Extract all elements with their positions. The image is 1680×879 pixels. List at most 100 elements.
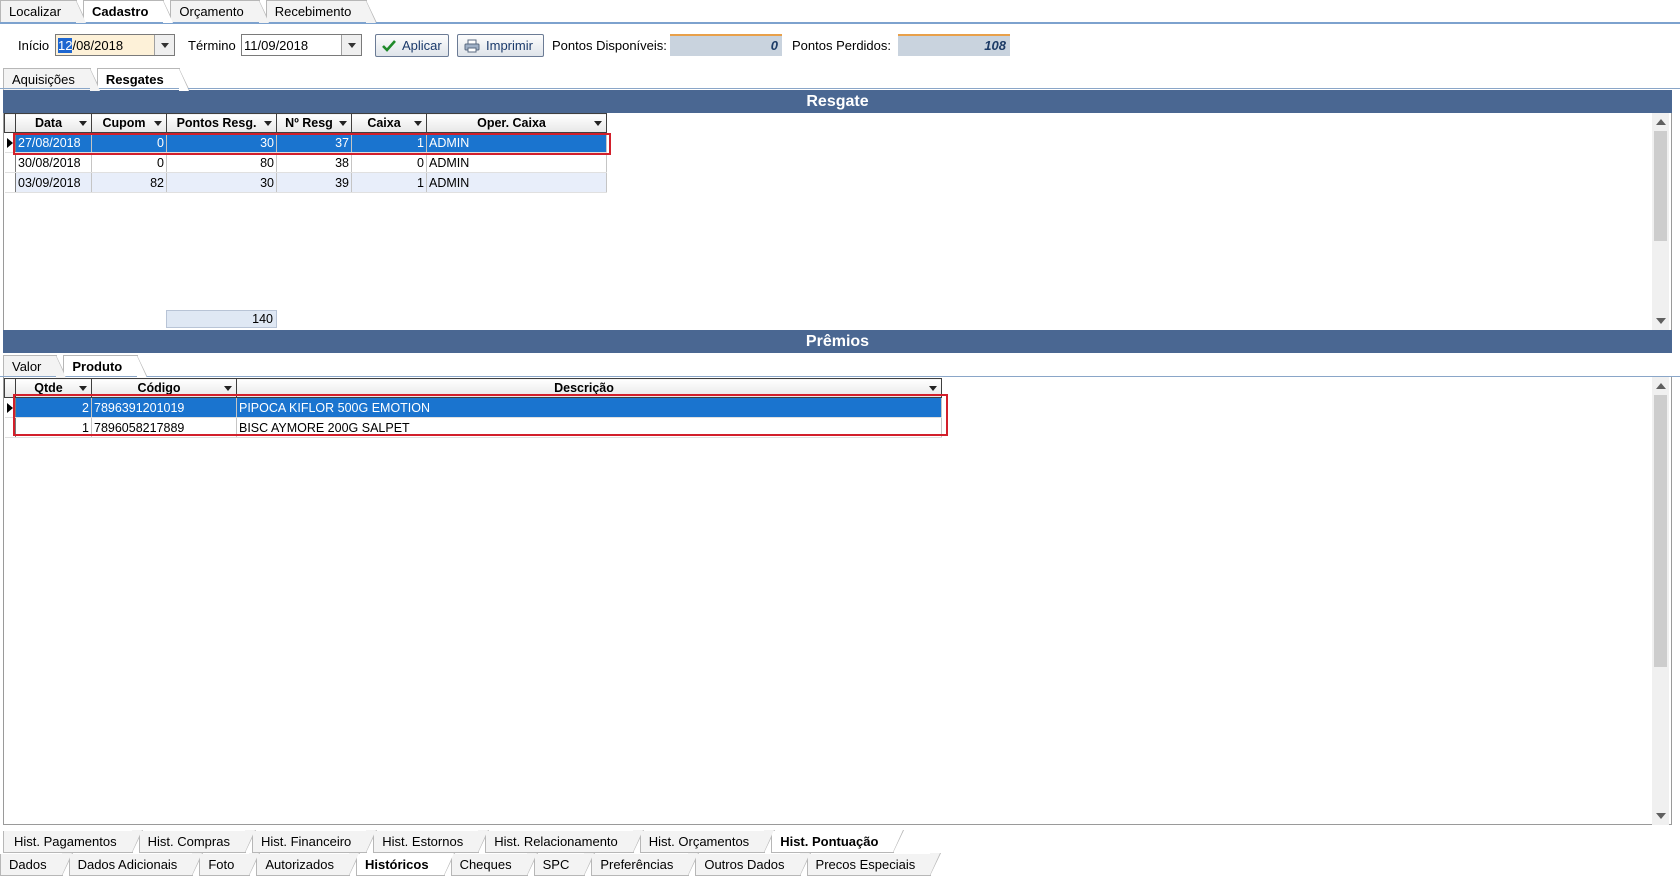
tab-hist-financeiro[interactable]: Hist. Financeiro <box>251 830 378 853</box>
tab-recebimento[interactable]: Recebimento <box>265 0 377 23</box>
cell-qtde[interactable]: 2 <box>15 397 92 418</box>
col-descricao-dropdown-icon[interactable] <box>929 386 937 391</box>
cell-data[interactable]: 03/09/2018 <box>15 172 92 193</box>
tab-dados[interactable]: Dados <box>0 853 73 876</box>
cell-pontos-resg[interactable]: 80 <box>166 152 277 173</box>
col-caixa-label: Caixa <box>367 116 401 130</box>
table-row[interactable]: 27/08/2018 0 30 37 1 ADMIN <box>4 132 607 153</box>
cell-descricao[interactable]: BISC AYMORE 200G SALPET <box>236 417 942 438</box>
premios-scrollbar[interactable] <box>1652 377 1669 825</box>
tab-hist-estornos[interactable]: Hist. Estornos <box>373 830 490 853</box>
cell-pontos-resg[interactable]: 30 <box>166 132 277 153</box>
col-data[interactable]: Data <box>15 113 92 133</box>
tab-precos-especiais[interactable]: Precos Especiais <box>806 853 941 876</box>
col-caixa-dropdown-icon[interactable] <box>414 121 422 126</box>
col-cupom-dropdown-icon[interactable] <box>154 121 162 126</box>
col-codigo[interactable]: Código <box>91 378 237 398</box>
tab-autorizados[interactable]: Autorizados <box>256 853 360 876</box>
premios-banner: Prêmios <box>3 330 1672 353</box>
tab-preferencias[interactable]: Preferências <box>591 853 700 876</box>
cell-oper-caixa[interactable]: ADMIN <box>426 172 607 193</box>
tab-resgates[interactable]: Resgates <box>96 68 190 91</box>
scroll-thumb[interactable] <box>1654 395 1667 667</box>
col-qtde-label: Qtde <box>34 381 63 395</box>
inicio-date-picker[interactable]: 12/08/2018 <box>55 34 175 56</box>
cell-oper-caixa[interactable]: ADMIN <box>426 132 607 153</box>
cell-cupom[interactable]: 0 <box>91 152 167 173</box>
scroll-thumb[interactable] <box>1654 131 1667 241</box>
col-qtde[interactable]: Qtde <box>15 378 92 398</box>
col-codigo-dropdown-icon[interactable] <box>224 386 232 391</box>
aplicar-label: Aplicar <box>402 38 442 53</box>
tab-orcamento[interactable]: Orçamento <box>170 0 271 23</box>
tab-valor[interactable]: Valor <box>3 355 68 378</box>
col-pontos-resg[interactable]: Pontos Resg. <box>166 113 277 133</box>
tab-hist-pagamentos[interactable]: Hist. Pagamentos <box>3 830 143 853</box>
scroll-down-icon[interactable] <box>1656 813 1666 819</box>
col-oper-caixa-dropdown-icon[interactable] <box>594 121 602 126</box>
table-row[interactable]: 30/08/2018 0 80 38 0 ADMIN <box>4 152 607 173</box>
tab-hist-relacionamento[interactable]: Hist. Relacionamento <box>485 830 644 853</box>
col-oper-caixa[interactable]: Oper. Caixa <box>426 113 607 133</box>
pontos-perdidos-label: Pontos Perdidos: <box>792 38 892 53</box>
tab-aquisicoes[interactable]: Aquisições <box>3 68 101 91</box>
cell-num-resg[interactable]: 37 <box>276 132 352 153</box>
cell-codigo[interactable]: 7896058217889 <box>91 417 237 438</box>
tab-localizar[interactable]: Localizar <box>0 0 88 23</box>
cell-num-resg[interactable]: 39 <box>276 172 352 193</box>
termino-dropdown-icon[interactable] <box>341 35 361 55</box>
inicio-day-selection: 12 <box>58 38 73 53</box>
cell-num-resg[interactable]: 38 <box>276 152 352 173</box>
tab-hist-orcamentos[interactable]: Hist. Orçamentos <box>639 830 776 853</box>
hist-tabs: Hist. Pagamentos Hist. Compras Hist. Fin… <box>0 830 905 853</box>
table-row[interactable]: 03/09/2018 82 30 39 1 ADMIN <box>4 172 607 193</box>
scroll-down-icon[interactable] <box>1656 318 1666 324</box>
resgate-grid-area: Data Cupom Pontos Resg. Nº Resg Caixa Op… <box>3 113 1672 330</box>
col-descricao[interactable]: Descrição <box>236 378 942 398</box>
cadastro-section-tabs: Dados Dados Adicionais Foto Autorizados … <box>0 853 941 876</box>
col-pontos-resg-dropdown-icon[interactable] <box>264 121 272 126</box>
cell-oper-caixa[interactable]: ADMIN <box>426 152 607 173</box>
cell-cupom[interactable]: 0 <box>91 132 167 153</box>
scroll-up-icon[interactable] <box>1656 119 1666 125</box>
termino-date-picker[interactable]: 11/09/2018 <box>241 34 362 56</box>
col-cupom[interactable]: Cupom <box>91 113 167 133</box>
resgate-scrollbar[interactable] <box>1652 113 1669 330</box>
cell-pontos-resg[interactable]: 30 <box>166 172 277 193</box>
inicio-value[interactable]: 12/08/2018 <box>58 38 123 53</box>
inicio-dropdown-icon[interactable] <box>154 35 174 55</box>
imprimir-button[interactable]: Imprimir <box>457 34 544 57</box>
check-icon <box>382 39 396 52</box>
tab-foto[interactable]: Foto <box>199 853 261 876</box>
cell-descricao[interactable]: PIPOCA KIFLOR 500G EMOTION <box>236 397 942 418</box>
scroll-up-icon[interactable] <box>1656 383 1666 389</box>
aplicar-button[interactable]: Aplicar <box>375 34 449 57</box>
cell-data[interactable]: 30/08/2018 <box>15 152 92 173</box>
cell-data[interactable]: 27/08/2018 <box>15 132 92 153</box>
cell-caixa[interactable]: 0 <box>351 152 427 173</box>
tab-hist-compras[interactable]: Hist. Compras <box>138 830 257 853</box>
col-num-resg[interactable]: Nº Resg <box>276 113 352 133</box>
cell-caixa[interactable]: 1 <box>351 172 427 193</box>
cell-codigo[interactable]: 7896391201019 <box>91 397 237 418</box>
cell-qtde[interactable]: 1 <box>15 417 92 438</box>
pontos-disponiveis-label: Pontos Disponíveis: <box>552 38 667 53</box>
cell-cupom[interactable]: 82 <box>91 172 167 193</box>
col-qtde-dropdown-icon[interactable] <box>79 386 87 391</box>
tab-hist-pontuacao[interactable]: Hist. Pontuação <box>771 830 905 853</box>
tab-historicos[interactable]: Históricos <box>355 853 455 876</box>
tab-spc[interactable]: SPC <box>533 853 596 876</box>
col-num-resg-dropdown-icon[interactable] <box>339 121 347 126</box>
tab-dados-adicionais[interactable]: Dados Adicionais <box>68 853 204 876</box>
tab-outros-dados[interactable]: Outros Dados <box>695 853 811 876</box>
col-data-dropdown-icon[interactable] <box>79 121 87 126</box>
cell-caixa[interactable]: 1 <box>351 132 427 153</box>
table-row[interactable]: 2 7896391201019 PIPOCA KIFLOR 500G EMOTI… <box>4 397 942 418</box>
col-caixa[interactable]: Caixa <box>351 113 427 133</box>
tab-produto[interactable]: Produto <box>63 355 149 378</box>
tab-cheques[interactable]: Cheques <box>450 853 538 876</box>
tab-cadastro[interactable]: Cadastro <box>83 0 175 23</box>
termino-value[interactable]: 11/09/2018 <box>244 38 308 53</box>
table-row[interactable]: 1 7896058217889 BISC AYMORE 200G SALPET <box>4 417 942 438</box>
tabs-divider <box>0 22 1680 24</box>
